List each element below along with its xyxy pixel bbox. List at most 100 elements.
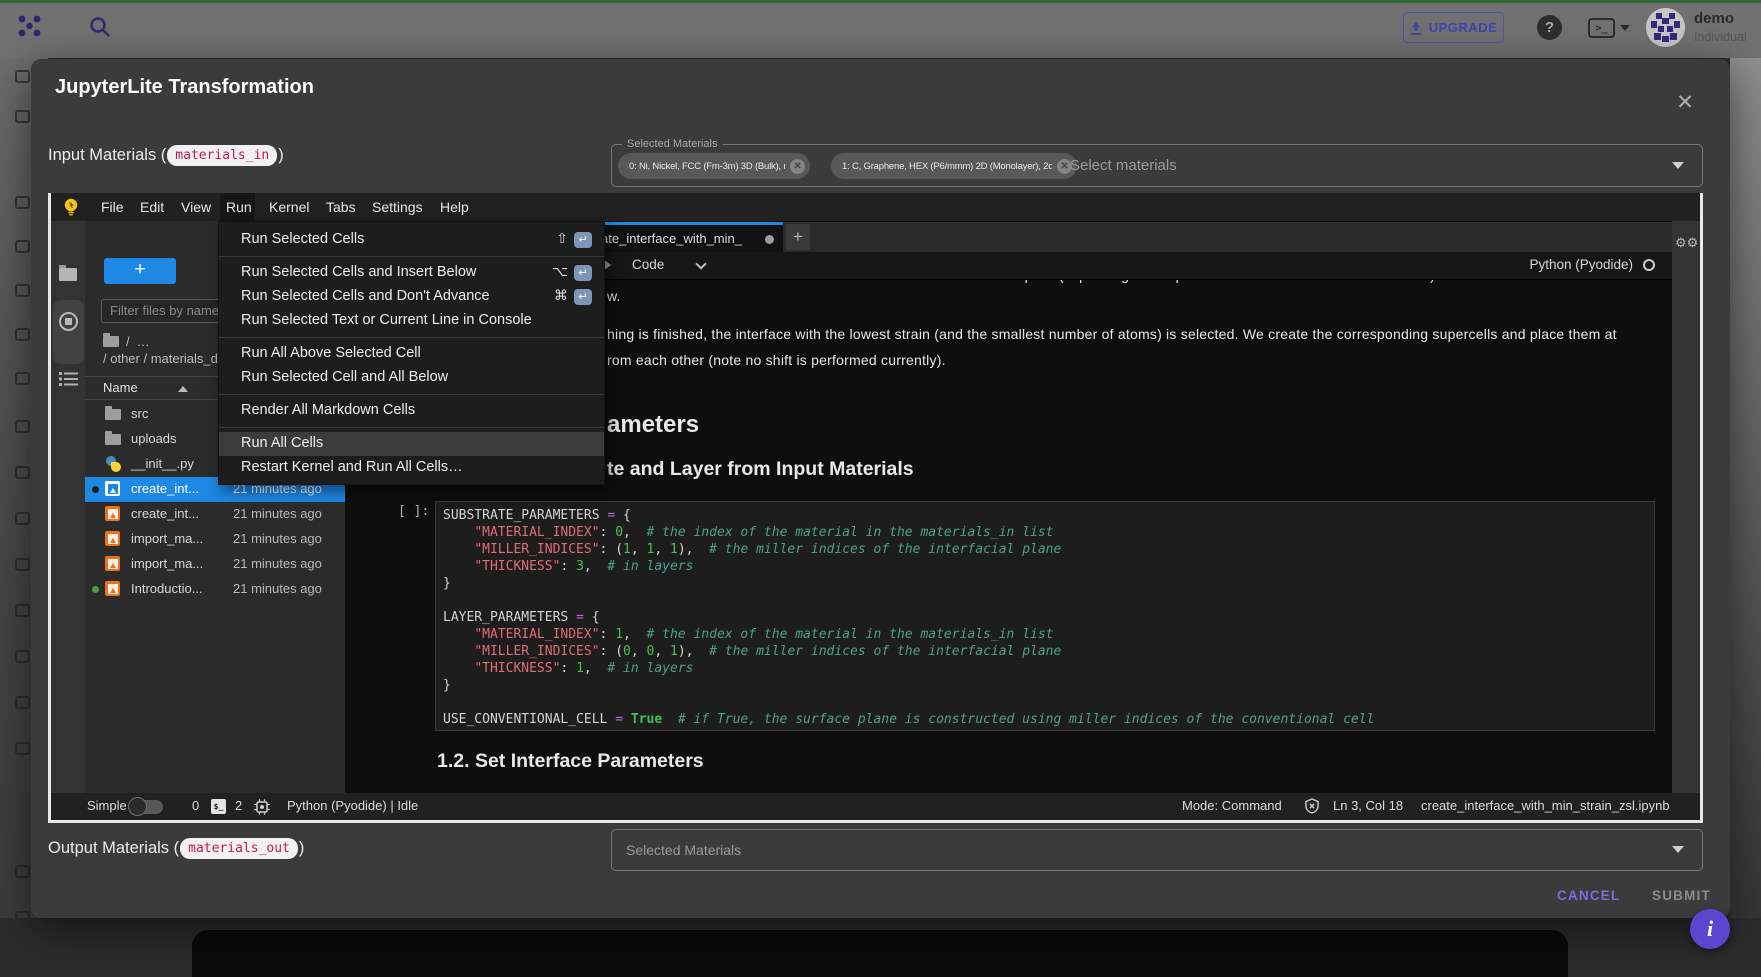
kernel-status-text[interactable]: Python (Pyodide) | Idle (287, 798, 418, 813)
cell-type-caret-icon[interactable] (695, 258, 706, 269)
top-navbar: UPGRADE ? >_ demo Individual (0, 0, 1761, 58)
sidebar-item-icon[interactable] (15, 466, 30, 479)
close-icon[interactable]: ✕ (1674, 92, 1696, 114)
tab-title: create_interface_with_min_ (583, 231, 742, 246)
run-menu-item[interactable]: Render All Markdown Cells (219, 399, 604, 423)
dropdown-caret-icon[interactable] (1672, 162, 1684, 169)
backdrop-panel (192, 930, 1568, 977)
run-menu-popup: Run Selected Cells⇧↵ Run Selected Cells a… (218, 221, 605, 485)
property-inspector-icon[interactable]: ⚙⚙ (1675, 235, 1698, 251)
code-line: } (443, 575, 451, 592)
sidebar-item-icon[interactable] (15, 372, 30, 385)
console-caret-icon[interactable] (1620, 25, 1630, 31)
user-name[interactable]: demo (1694, 10, 1734, 27)
menu-tabs[interactable]: Tabs (326, 193, 356, 221)
kernel-status-icon[interactable] (1643, 259, 1655, 271)
app-logo-icon[interactable] (17, 13, 43, 39)
submit-button[interactable]: SUBMIT (1652, 888, 1711, 903)
sidebar-item-icon[interactable] (15, 865, 30, 878)
search-icon[interactable] (88, 15, 112, 39)
run-menu-item[interactable]: Run Selected Cells⇧↵ (219, 228, 604, 252)
terminal-icon[interactable]: $_ (211, 799, 226, 814)
selected-materials-field[interactable]: Selected Materials 0: Ni, Nickel, FCC (F… (611, 144, 1703, 187)
sidebar-item-icon[interactable] (15, 604, 30, 617)
avatar[interactable] (1646, 8, 1685, 47)
file-modified: 21 minutes ago (233, 581, 322, 596)
upgrade-button[interactable]: UPGRADE (1403, 12, 1504, 43)
file-row[interactable]: create_int...21 minutes ago (85, 502, 345, 527)
running-sessions-icon[interactable] (58, 311, 79, 337)
sidebar-item-icon[interactable] (15, 650, 30, 663)
run-menu-item-label: Run Selected Cells (241, 231, 364, 247)
dropdown-caret-icon[interactable] (1672, 846, 1684, 853)
run-menu-item[interactable]: Run All Above Selected Cell (219, 342, 604, 366)
cancel-button[interactable]: CANCEL (1557, 888, 1620, 903)
notebook-tab[interactable]: create_interface_with_min_ (575, 222, 783, 252)
sidebar-item-icon[interactable] (15, 558, 30, 571)
breadcrumb-ellipsis[interactable]: … (137, 334, 150, 349)
sidebar-item-icon[interactable] (15, 420, 30, 433)
sidebar-item-icon[interactable] (15, 328, 30, 341)
markdown-paragraph-line2: rom each other (note no shift is perform… (607, 352, 946, 368)
sidebar-item-icon[interactable] (15, 110, 30, 123)
run-menu-item[interactable]: Run Selected Cells and Insert Below⌥↵ (219, 261, 604, 285)
file-row[interactable]: import_ma...21 minutes ago (85, 552, 345, 577)
run-menu-item-label: Run Selected Cells and Insert Below (241, 264, 476, 280)
simple-mode-toggle[interactable] (130, 800, 163, 814)
code-line: "MILLER_INDICES": (1, 1, 1), # the mille… (443, 541, 1061, 558)
new-launcher-button[interactable]: + (104, 258, 176, 284)
material-chip[interactable]: 1: C, Graphene, HEX (P6/mmm) 2D (Monolay… (831, 153, 1077, 179)
help-button[interactable]: ? (1537, 15, 1562, 40)
file-row[interactable]: Introductio...21 minutes ago (85, 577, 345, 602)
sidebar-item-icon[interactable] (15, 284, 30, 297)
file-browser-icon[interactable] (59, 265, 77, 281)
file-name: import_ma... (131, 556, 203, 571)
menu-view[interactable]: View (181, 193, 211, 221)
running-dot (92, 486, 99, 493)
sidebar-item-icon[interactable] (15, 742, 30, 755)
markdown-fragment: w. (607, 288, 620, 304)
sidebar-item-icon[interactable] (15, 196, 30, 209)
kernel-name[interactable]: Python (Pyodide) (1529, 257, 1633, 272)
output-materials-field[interactable]: Selected Materials (611, 829, 1703, 871)
menu-help[interactable]: Help (440, 193, 469, 221)
markdown-h3-2: 1.2. Set Interface Parameters (437, 750, 704, 773)
sidebar-item-icon[interactable] (15, 70, 30, 83)
new-tab-button[interactable]: + (786, 224, 810, 250)
notebook-icon (105, 531, 120, 546)
tab-dirty-dot[interactable] (765, 235, 774, 244)
chip-remove-icon[interactable]: ✕ (790, 159, 805, 174)
sidebar-item-icon[interactable] (15, 512, 30, 525)
notification-shield-icon[interactable] (1304, 798, 1320, 817)
breadcrumb-root[interactable]: / (126, 334, 130, 349)
sidebar-item-icon[interactable] (15, 696, 30, 709)
menu-file[interactable]: File (101, 193, 124, 221)
run-menu-item[interactable]: Run All Cells (219, 432, 604, 456)
breadcrumb[interactable]: / … (103, 332, 150, 350)
cell-type-select[interactable]: Code (632, 257, 664, 272)
shortcut-modifier: ⌘ (554, 288, 568, 304)
file-name: import_ma... (131, 531, 203, 546)
menu-edit[interactable]: Edit (140, 193, 164, 221)
console-icon[interactable]: >_ (1588, 18, 1615, 38)
kernel-chip-icon[interactable] (254, 799, 270, 818)
menu-run[interactable]: Run (226, 193, 252, 221)
menu-settings[interactable]: Settings (372, 193, 423, 221)
run-menu-item[interactable]: Run Selected Text or Current Line in Con… (219, 309, 604, 333)
code-line: "MILLER_INDICES": (0, 0, 1), # the mille… (443, 643, 1061, 660)
menu-kernel[interactable]: Kernel (269, 193, 309, 221)
run-menu-item[interactable]: Run Selected Cells and Don't Advance⌘↵ (219, 285, 604, 309)
run-menu-item[interactable]: Run Selected Cell and All Below (219, 366, 604, 390)
info-fab-button[interactable]: i (1690, 909, 1730, 949)
run-menu-item[interactable]: Restart Kernel and Run All Cells… (219, 456, 604, 480)
material-chip[interactable]: 0: Ni, Nickel, FCC (Fm-3m) 3D (Bulk), mp… (618, 153, 810, 179)
menu-separator (219, 427, 604, 428)
right-sidebar-strip: ⚙⚙ (1672, 221, 1700, 793)
name-column-header[interactable]: Name (103, 380, 138, 395)
sidebar-item-icon[interactable] (15, 240, 30, 253)
code-line: } (443, 677, 451, 694)
chip-label: 1: C, Graphene, HEX (P6/mmm) 2D (Monolay… (842, 161, 1052, 172)
table-of-contents-icon[interactable] (59, 371, 78, 392)
file-row[interactable]: import_ma...21 minutes ago (85, 527, 345, 552)
code-cell-editor[interactable]: SUBSTRATE_PARAMETERS = { "MATERIAL_INDEX… (435, 501, 1655, 731)
